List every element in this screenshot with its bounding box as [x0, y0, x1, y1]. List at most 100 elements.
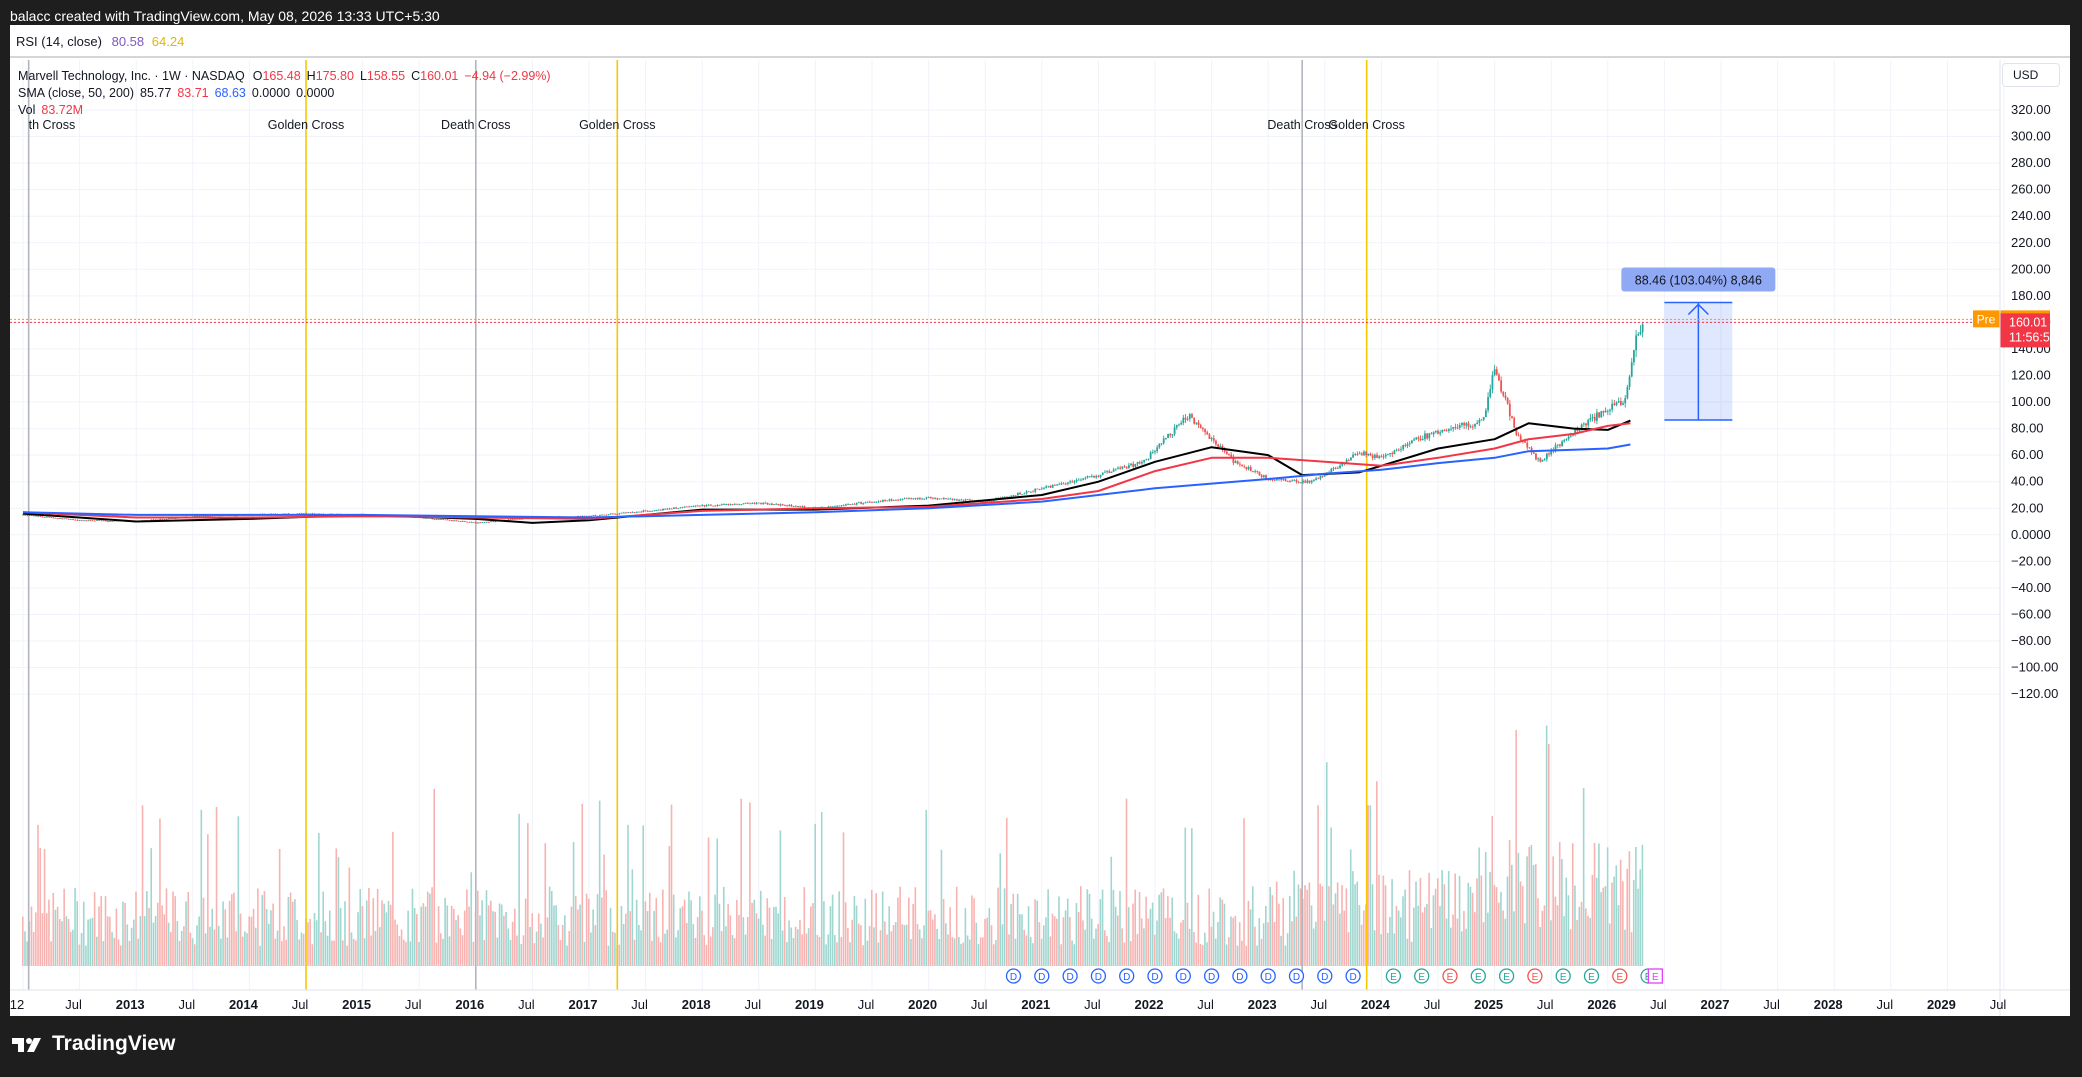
volume-bar: [159, 818, 161, 966]
candle-body: [622, 512, 625, 514]
candle-body: [1297, 482, 1300, 484]
sma-label[interactable]: SMA (close, 50, 200): [18, 86, 134, 100]
candle-body: [1633, 350, 1635, 363]
rsi-strip[interactable]: RSI (14, close) 80.58 64.24: [10, 25, 2070, 58]
volume-bar: [56, 906, 59, 966]
volume-bar: [141, 805, 144, 966]
volume-bar: [335, 848, 338, 966]
candle-body: [1450, 428, 1452, 430]
volume-bar: [640, 930, 642, 966]
volume-bar: [1515, 729, 1517, 966]
chart-frame[interactable]: th Cross Golden Cross Death Cross Golden Cr…: [10, 25, 2070, 1016]
chart-canvas[interactable]: th Cross Golden Cross Death Cross Golden Cr…: [10, 25, 2070, 1016]
volume-bar: [1199, 943, 1202, 966]
volume-bar: [611, 931, 614, 966]
candle-body: [1282, 479, 1285, 480]
volume-bar: [152, 922, 155, 966]
volume-bar: [842, 832, 845, 966]
volume-bar: [995, 940, 997, 966]
volume-bar: [281, 941, 283, 966]
candle-body: [1532, 452, 1535, 454]
candle-body: [1511, 416, 1513, 419]
symbol-title[interactable]: Marvell Technology, Inc. · 1W · NASDAQ: [18, 69, 245, 83]
candle-body: [1471, 426, 1474, 428]
candle-body: [635, 511, 638, 513]
candle-body: [56, 518, 59, 520]
candle-body: [934, 498, 937, 500]
x-tick-label: 2023: [1248, 997, 1277, 1012]
volume-bar: [407, 910, 409, 966]
volume-bar: [191, 938, 194, 966]
volume-bar: [733, 938, 736, 966]
volume-bar: [39, 847, 42, 966]
volume-bar: [1526, 856, 1528, 966]
volume-bar: [1114, 906, 1117, 966]
candle-body: [849, 504, 852, 505]
volume-bar: [1258, 918, 1261, 966]
measure-label: 88.46 (103.04%) 8,846: [1635, 273, 1762, 287]
volume-bar: [1127, 907, 1130, 966]
candle-body: [744, 502, 747, 504]
candle-body: [1463, 422, 1466, 426]
tradingview-logo[interactable]: TradingView: [10, 1032, 175, 1056]
volume-bar: [1010, 904, 1012, 966]
volume-bar: [402, 939, 405, 966]
candle-body: [646, 510, 649, 512]
volume-bar: [638, 924, 640, 966]
volume-bar: [1186, 902, 1189, 966]
candle-body: [511, 518, 514, 520]
volume-bar: [557, 925, 560, 966]
candle-body: [781, 504, 784, 506]
golden-cross-label: Golden Cross: [1328, 118, 1404, 132]
candle-body: [642, 510, 645, 512]
volume-bar: [718, 903, 721, 966]
volume-bar: [1249, 909, 1252, 966]
x-tick-label: Jul: [518, 997, 535, 1012]
volume-bar: [849, 942, 851, 966]
volume-bar: [579, 904, 581, 966]
volume-bar: [180, 930, 183, 966]
candle-body: [1291, 480, 1294, 482]
sma-row: SMA (close, 50, 200) 85.77 83.71 68.63 0.000…: [18, 85, 557, 102]
volume-bar: [696, 917, 699, 966]
volume-bar: [622, 923, 625, 966]
volume-bar: [1469, 886, 1472, 966]
candle-body: [1273, 480, 1276, 481]
volume-bar: [814, 823, 816, 966]
candle-body: [1073, 481, 1076, 483]
volume-bar: [762, 924, 764, 966]
volume-bar: [1034, 899, 1036, 966]
volume-bar: [104, 896, 107, 966]
sma-value-100: 83.71: [177, 86, 209, 100]
candle-body: [457, 520, 460, 522]
volume-bar: [1019, 914, 1021, 966]
candle-body: [1045, 486, 1048, 488]
ohlc-row: Marvell Technology, Inc. · 1W · NASDAQ O1…: [18, 68, 557, 85]
candle-body: [1622, 403, 1624, 405]
candle-body: [766, 502, 769, 505]
volume-bar: [416, 914, 418, 966]
candle-body: [707, 504, 710, 506]
candle-body: [1295, 480, 1298, 483]
candle-body: [1097, 475, 1100, 477]
candle-body: [1123, 466, 1126, 468]
volume-bar: [296, 920, 298, 966]
volume-bar: [248, 916, 250, 966]
candle-body: [487, 522, 490, 523]
volume-bar: [54, 909, 57, 966]
volume-bar: [805, 933, 808, 966]
volume-bar: [1086, 889, 1089, 966]
volume-bar: [755, 913, 758, 966]
volume-bar: [48, 899, 50, 966]
volume-bar: [701, 910, 703, 966]
sma-value-4: 0.0000: [251, 86, 291, 100]
volume-bar: [1278, 903, 1280, 966]
volume-bar: [1201, 944, 1204, 966]
candle-body: [1371, 455, 1374, 458]
currency-selector[interactable]: USD: [2002, 63, 2060, 87]
volume-bar: [1228, 937, 1230, 966]
candle-body: [1600, 411, 1603, 418]
volume-bar: [738, 915, 740, 966]
volume-bar: [677, 930, 679, 966]
vol-label[interactable]: Vol: [18, 103, 35, 117]
